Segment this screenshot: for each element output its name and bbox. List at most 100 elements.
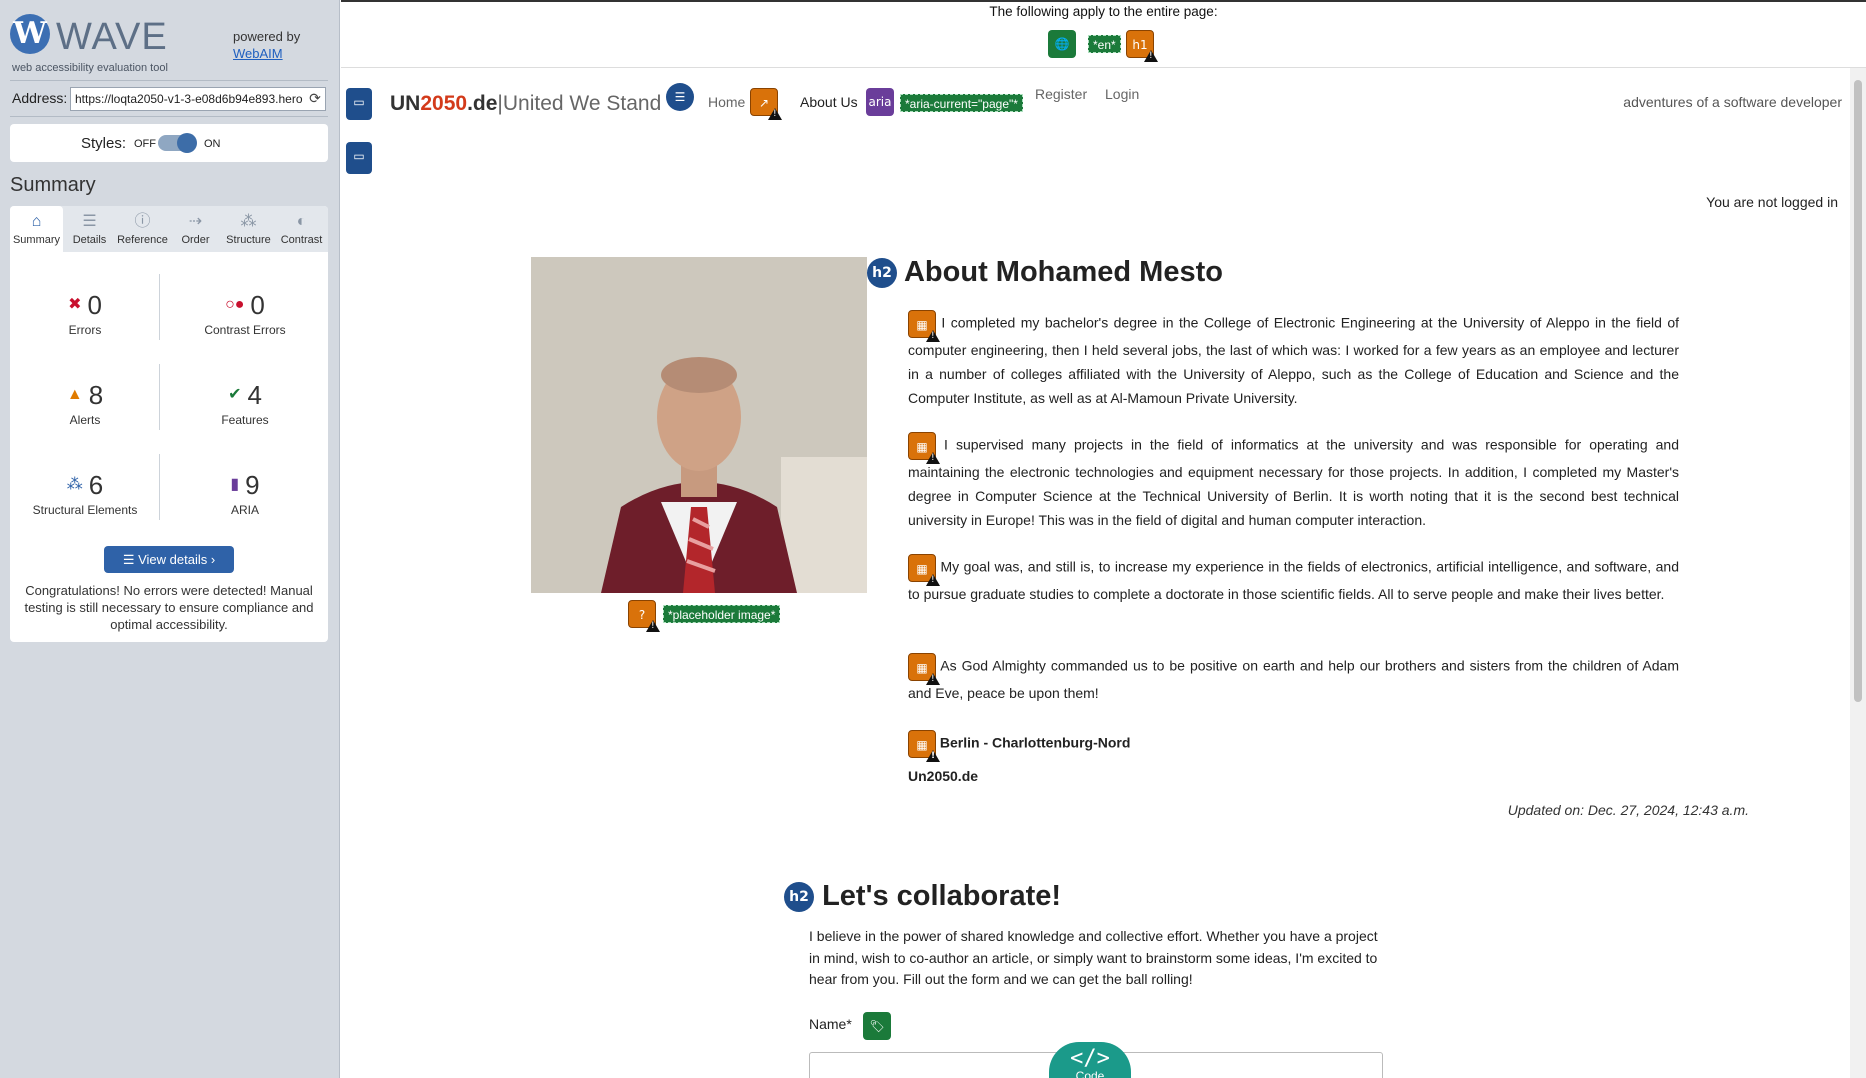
powered-by: powered by WebAIM: [233, 28, 300, 62]
tab-structure[interactable]: ⁂ Structure: [222, 206, 275, 252]
about-paragraph-4: ▦ As God Almighty commanded us to be pos…: [908, 653, 1679, 705]
justified-text-alert-icon[interactable]: ▦: [908, 653, 940, 685]
about-paragraph-1: ▦ I completed my bachelor's degree in th…: [908, 310, 1679, 410]
tab-details[interactable]: ☰ Details: [63, 206, 116, 252]
wave-logo-text: WAVE: [56, 16, 168, 58]
language-icon[interactable]: 🌐: [1048, 30, 1076, 58]
errors-label: Errors: [68, 323, 102, 337]
powered-by-text: powered by: [233, 29, 301, 44]
structural-count: 6: [88, 470, 104, 500]
brand-de: .de: [467, 92, 498, 115]
wave-tagline: web accessibility evaluation tool: [12, 62, 168, 74]
header-landmark-icon[interactable]: ▭: [346, 88, 372, 120]
styles-toggle[interactable]: [158, 133, 197, 153]
image-alert-icon[interactable]: ?: [628, 600, 660, 632]
label-tag-icon[interactable]: 🏷: [863, 1012, 891, 1040]
site-brand[interactable]: UN2050.de|United We Stand: [390, 92, 661, 116]
redundant-link-alert-icon[interactable]: ↗: [750, 88, 782, 120]
divider: [159, 454, 160, 520]
structural-label: Structural Elements: [32, 503, 138, 517]
list-icon: ☰: [82, 213, 97, 230]
evaluated-page: The following apply to the entire page: …: [341, 0, 1866, 1078]
features-label: Features: [221, 413, 269, 427]
h2-icon[interactable]: h2: [784, 882, 814, 913]
stat-alerts: ▲ 8 Alerts: [10, 380, 160, 427]
home-icon: ⌂: [31, 213, 42, 230]
list-icon: ☰: [122, 552, 139, 567]
justified-text-alert-icon[interactable]: ▦: [908, 310, 940, 342]
site-tagline: adventures of a software developer: [1623, 94, 1842, 110]
justified-text-alert-icon[interactable]: ▦: [908, 554, 940, 586]
paragraph-text: I supervised many projects in the field …: [908, 436, 1679, 528]
main-landmark-icon[interactable]: ▭: [346, 142, 372, 174]
aria-icon[interactable]: aria: [866, 88, 894, 116]
paragraph-text: I completed my bachelor's degree in the …: [908, 314, 1679, 406]
address-input[interactable]: https://loqta2050-v1-3-e08d6b94e893.hero: [70, 87, 326, 111]
brand-un: UN: [390, 92, 421, 115]
site-name: Un2050.de: [908, 768, 979, 784]
webaim-link[interactable]: WebAIM: [233, 46, 283, 61]
stat-contrast-errors: ○● 0 Contrast Errors: [170, 290, 320, 337]
warning-icon: [926, 452, 940, 464]
styles-off-label: OFF: [134, 138, 156, 150]
warning-icon: [646, 620, 660, 632]
page-scrollbar[interactable]: [1850, 68, 1866, 1078]
stat-features: ✔ 4 Features: [170, 380, 320, 427]
stat-errors: ✖ 0 Errors: [10, 290, 160, 337]
tab-label: Reference: [117, 234, 168, 246]
nav-list-icon[interactable]: ☰: [666, 83, 694, 111]
nav-register[interactable]: Register: [1035, 86, 1087, 102]
summary-heading: Summary: [10, 174, 96, 196]
reload-icon[interactable]: ⟳: [307, 90, 323, 106]
scrollbar-thumb[interactable]: [1854, 80, 1862, 702]
alert-icon: ▲: [66, 386, 83, 403]
h2-icon[interactable]: h2: [867, 258, 897, 289]
contrast-error-icon: ○●: [225, 296, 245, 313]
styles-toggle-box: Styles: OFF ON: [10, 124, 328, 162]
alerts-count: 8: [88, 380, 104, 410]
tab-label: Details: [72, 234, 107, 246]
profile-photo-graphic: [531, 257, 867, 593]
brand-2050: 2050: [420, 92, 468, 115]
page-wide-annotations: The following apply to the entire page: …: [341, 2, 1866, 68]
code-button[interactable]: </> Code: [1049, 1042, 1131, 1078]
tab-reference[interactable]: ⓘ Reference: [116, 206, 169, 252]
divider: [159, 364, 160, 430]
justified-text-alert-icon[interactable]: ▦: [908, 730, 940, 762]
warning-icon: [926, 330, 940, 342]
tab-contrast[interactable]: ◐ Contrast: [275, 206, 328, 252]
contrast-errors-count: 0: [250, 290, 265, 320]
feature-icon: ✔: [228, 386, 242, 403]
apply-text: The following apply to the entire page:: [989, 4, 1218, 19]
lang-tag[interactable]: *en*: [1088, 35, 1121, 53]
tab-label: Structure: [226, 234, 271, 246]
view-details-button[interactable]: ☰ View details ›: [104, 546, 234, 573]
aria-count: 9: [245, 470, 260, 500]
features-count: 4: [247, 380, 262, 410]
tab-order[interactable]: ⇢ Order: [169, 206, 222, 252]
wave-tabs: ⌂ Summary ☰ Details ⓘ Reference ⇢ Order …: [10, 206, 328, 252]
paragraph-text: As God Almighty commanded us to be posit…: [908, 657, 1679, 701]
styles-on-label: ON: [204, 138, 221, 150]
divider: [10, 116, 328, 117]
h1-missing-alert-icon[interactable]: h1: [1126, 30, 1158, 62]
collab-title: Let's collaborate!: [822, 880, 1062, 912]
nav-home[interactable]: Home: [708, 94, 745, 110]
site-navbar: ▭ UN2050.de|United We Stand ☰ Home ↗ Abo…: [341, 68, 1866, 140]
divider: [159, 274, 160, 340]
stat-structural: ⁂ 6 Structural Elements: [10, 470, 160, 517]
aria-current-tag[interactable]: *aria-current="page"*: [900, 94, 1023, 112]
nav-about-us[interactable]: About Us: [800, 94, 858, 110]
wave-logo-icon: W: [10, 14, 50, 54]
contrast-icon: ◐: [296, 213, 307, 230]
login-status: You are not logged in: [1706, 194, 1838, 210]
alerts-label: Alerts: [69, 413, 101, 427]
nav-login[interactable]: Login: [1105, 86, 1139, 102]
justified-text-alert-icon[interactable]: ▦: [908, 432, 940, 464]
collab-text: I believe in the power of shared knowled…: [809, 928, 1378, 987]
tab-label: Order: [181, 234, 210, 246]
tab-summary[interactable]: ⌂ Summary: [10, 206, 63, 252]
placeholder-tag[interactable]: *placeholder image*: [663, 605, 781, 623]
structure-icon: ⁂: [240, 213, 257, 230]
name-label: Name*: [809, 1016, 852, 1032]
